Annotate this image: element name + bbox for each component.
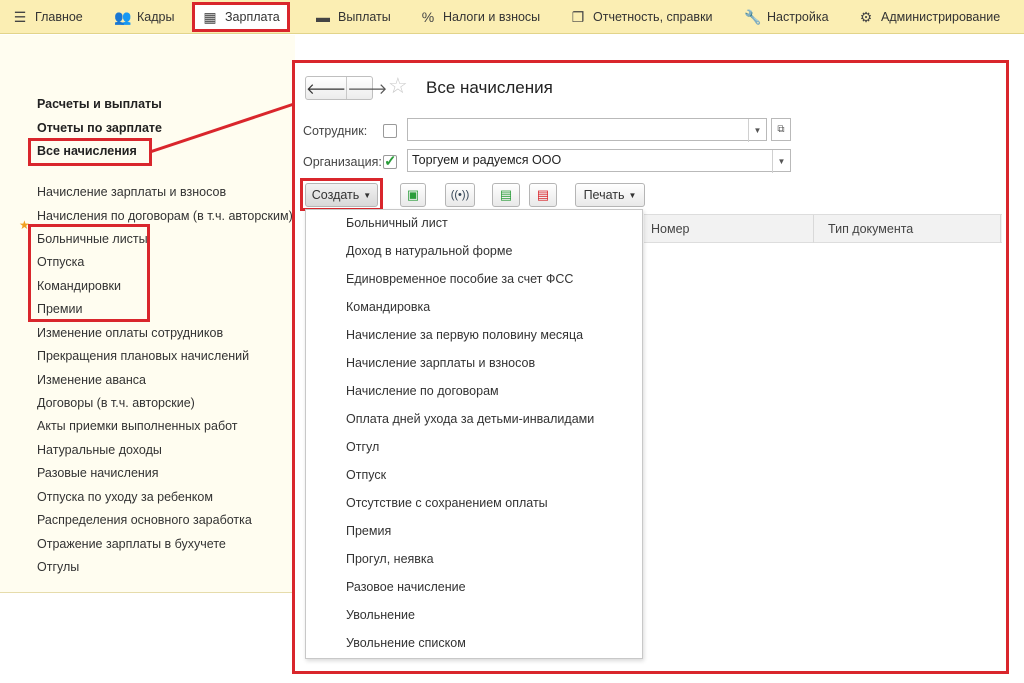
- sidebar-item[interactable]: Прекращения плановых начислений: [37, 349, 249, 363]
- sidebar-item[interactable]: Акты приемки выполненных работ: [37, 419, 238, 433]
- post-document-button[interactable]: ▤: [492, 183, 520, 207]
- people-icon: 👥: [114, 8, 132, 25]
- page-title: Все начисления: [426, 78, 553, 97]
- all-accruals-window: 🡐 🡒 ☆ Все начисления Сотрудник: ▼ ⧉ Орга…: [292, 60, 1009, 674]
- employee-filter-checkbox[interactable]: [383, 124, 397, 138]
- unpost-document-icon: ▤: [536, 187, 550, 202]
- menu-settings[interactable]: 🔧 Настройка: [744, 0, 829, 34]
- exchange-button[interactable]: ((•)): [445, 183, 475, 207]
- menu-item[interactable]: Единовременное пособие за счет ФСС: [346, 272, 573, 286]
- back-arrow-icon[interactable]: 🡐: [306, 77, 348, 99]
- radio-wave-icon: ((•)): [450, 189, 470, 201]
- wallet-icon: ▬: [316, 9, 330, 25]
- sidebar-heading-payments[interactable]: Расчеты и выплаты: [37, 97, 162, 111]
- sidebar-item[interactable]: Разовые начисления: [37, 466, 159, 480]
- menu-item[interactable]: Начисление по договорам: [346, 384, 499, 398]
- chevron-down-icon[interactable]: ▼: [772, 150, 790, 173]
- highlight-connector-line: [150, 102, 295, 154]
- menu-item[interactable]: Отгул: [346, 440, 379, 454]
- percent-icon: %: [421, 9, 435, 25]
- sidebar-item[interactable]: Отгулы: [37, 560, 79, 574]
- menu-item[interactable]: Командировка: [346, 300, 430, 314]
- column-separator: [1000, 215, 1001, 243]
- menu-main[interactable]: ☰ Главное: [12, 0, 83, 34]
- post-document-icon: ▤: [499, 187, 513, 202]
- sidebar-item-sick-leaves[interactable]: Больничные листы: [37, 232, 148, 246]
- menu-reports[interactable]: ❐ Отчетность, справки: [570, 0, 713, 34]
- favorite-star-icon: ★: [19, 218, 30, 232]
- sidebar-item[interactable]: Отражение зарплаты в бухучете: [37, 537, 226, 551]
- gear-icon: ⚙: [859, 8, 873, 25]
- sidebar-item-vacations[interactable]: Отпуска: [37, 255, 84, 269]
- menu-item[interactable]: Доход в натуральной форме: [346, 244, 512, 258]
- sidebar-item[interactable]: Натуральные доходы: [37, 443, 162, 457]
- organization-label: Организация:: [303, 155, 382, 169]
- sidebar-item-bonuses[interactable]: Премии: [37, 302, 82, 316]
- table-header: Номер Тип документа: [644, 214, 1002, 243]
- sidebar-item[interactable]: Начисление зарплаты и взносов: [37, 185, 226, 199]
- chevron-down-icon: ▼: [628, 190, 637, 200]
- sidebar-heading-all-accruals[interactable]: Все начисления: [37, 144, 137, 158]
- wrench-icon: 🔧: [744, 8, 762, 25]
- open-icon[interactable]: ⧉: [771, 118, 791, 141]
- column-header-number[interactable]: Номер: [651, 222, 689, 236]
- organization-field[interactable]: Торгуем и радуемся ООО ▼: [407, 149, 791, 173]
- favorite-star-icon[interactable]: ☆: [388, 73, 408, 99]
- hamburger-icon: ☰: [13, 8, 27, 25]
- menu-payments[interactable]: ▬ Выплаты: [315, 0, 391, 34]
- menu-item[interactable]: Отпуск: [346, 468, 386, 482]
- employee-field[interactable]: ▼: [407, 118, 767, 142]
- menu-item[interactable]: Начисление зарплаты и взносов: [346, 356, 535, 370]
- column-separator: [813, 215, 814, 243]
- menu-salary[interactable]: ▦ Зарплата: [192, 2, 290, 32]
- menu-item[interactable]: Отсутствие с сохранением оплаты: [346, 496, 548, 510]
- sidebar-item[interactable]: Изменение аванса: [37, 373, 146, 387]
- sidebar-item[interactable]: Договоры (в т.ч. авторские): [37, 396, 195, 410]
- chevron-down-icon[interactable]: ▼: [748, 119, 766, 142]
- menu-item[interactable]: Начисление за первую половину месяца: [346, 328, 583, 342]
- copy-document-icon: ▣: [406, 187, 420, 202]
- menu-staff[interactable]: 👥 Кадры: [114, 0, 174, 34]
- employee-label: Сотрудник:: [303, 124, 368, 138]
- column-header-doc-type[interactable]: Тип документа: [828, 222, 913, 236]
- forward-arrow-icon[interactable]: 🡒: [347, 77, 387, 99]
- calculator-icon: ▦: [203, 8, 217, 25]
- create-dropdown-menu: Больничный лист Доход в натуральной форм…: [305, 209, 643, 659]
- sidebar-heading-reports[interactable]: Отчеты по зарплате: [37, 121, 162, 135]
- sidebar-item[interactable]: Начисления по договорам (в т.ч. авторски…: [37, 209, 293, 223]
- menu-item[interactable]: Премия: [346, 524, 391, 538]
- copy-document-button[interactable]: ▣: [400, 183, 426, 207]
- print-button[interactable]: Печать ▼: [575, 183, 645, 207]
- menu-admin[interactable]: ⚙ Администрирование: [858, 0, 1000, 34]
- menu-item[interactable]: Увольнение списком: [346, 636, 466, 650]
- menu-item[interactable]: Оплата дней ухода за детьми-инвалидами: [346, 412, 594, 426]
- chevron-down-icon: ▼: [363, 190, 372, 200]
- navigation-buttons: 🡐 🡒: [305, 76, 387, 100]
- create-button[interactable]: Создать ▼: [305, 183, 378, 207]
- sidebar-item-business-trips[interactable]: Командировки: [37, 279, 121, 293]
- sidebar-item[interactable]: Распределения основного заработка: [37, 513, 252, 527]
- documents-icon: ❐: [571, 8, 585, 25]
- organization-filter-checkbox[interactable]: [383, 152, 397, 170]
- main-menu-bar: ☰ Главное 👥 Кадры ▦ Зарплата ▬ Выплаты %…: [0, 0, 1024, 34]
- menu-item[interactable]: Прогул, неявка: [346, 552, 434, 566]
- menu-taxes[interactable]: % Налоги и взносы: [420, 0, 540, 34]
- menu-item[interactable]: Больничный лист: [346, 216, 448, 230]
- sidebar-item[interactable]: Отпуска по уходу за ребенком: [37, 490, 213, 504]
- menu-item[interactable]: Увольнение: [346, 608, 415, 622]
- sidebar-item[interactable]: Изменение оплаты сотрудников: [37, 326, 223, 340]
- unpost-document-button[interactable]: ▤: [529, 183, 557, 207]
- menu-item[interactable]: Разовое начисление: [346, 580, 466, 594]
